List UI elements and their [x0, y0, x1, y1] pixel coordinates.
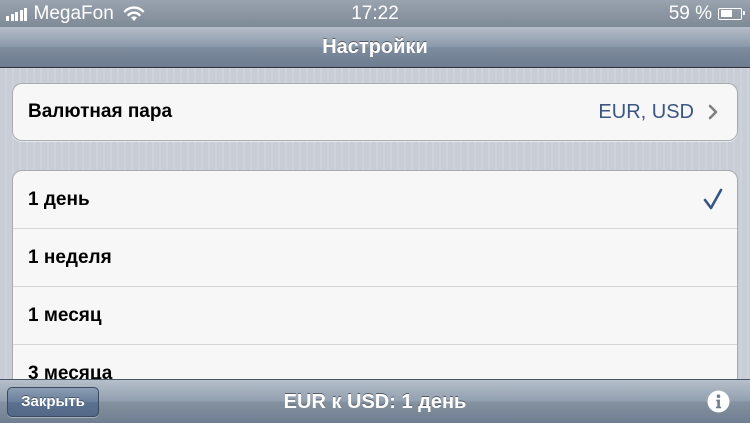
bottom-toolbar: Закрыть EUR к USD: 1 день — [0, 379, 750, 423]
checkmark-icon — [703, 188, 723, 210]
status-bar: MegaFon 17:22 59 % — [0, 0, 750, 27]
info-icon[interactable] — [707, 390, 730, 413]
period-option-1-week[interactable]: 1 неделя — [13, 229, 737, 287]
toolbar-title: EUR к USD: 1 день — [283, 391, 467, 413]
period-option-1-day[interactable]: 1 день — [13, 171, 737, 229]
close-button[interactable]: Закрыть — [7, 387, 99, 417]
status-right: 59 % — [668, 2, 745, 24]
currency-pair-cell[interactable]: Валютная пара EUR, USD — [13, 84, 737, 140]
battery-percent: 59 % — [668, 2, 712, 24]
battery-fill — [720, 10, 732, 17]
period-label: 1 неделя — [28, 246, 112, 268]
period-option-1-month[interactable]: 1 месяц — [13, 287, 737, 345]
period-label: 1 месяц — [28, 304, 102, 326]
battery-icon — [718, 7, 745, 20]
wifi-icon — [123, 6, 144, 21]
carrier-name: MegaFon — [33, 2, 114, 24]
page-title: Настройки — [322, 36, 428, 58]
signal-icon — [6, 7, 29, 21]
currency-pair-label: Валютная пара — [28, 101, 173, 122]
currency-group: Валютная пара EUR, USD — [12, 83, 738, 141]
chevron-right-icon — [708, 104, 718, 120]
navigation-bar: Настройки — [0, 27, 750, 68]
period-label: 1 день — [28, 188, 90, 210]
status-left: MegaFon — [6, 3, 145, 24]
currency-pair-value: EUR, USD — [598, 100, 694, 123]
